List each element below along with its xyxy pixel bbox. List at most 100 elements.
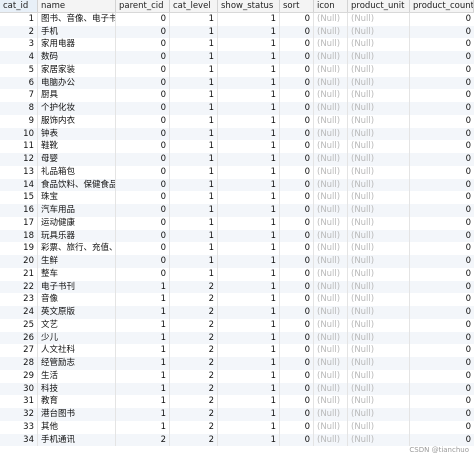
cell-show-status[interactable]: 1 xyxy=(218,102,280,115)
cell-parent-cid[interactable]: 1 xyxy=(116,357,170,370)
cell-show-status[interactable]: 1 xyxy=(218,229,280,243)
cell-name[interactable]: 汽车用品 xyxy=(38,204,116,217)
cell-icon[interactable]: (Null) xyxy=(314,229,348,243)
cell-cat-level[interactable]: 2 xyxy=(170,318,218,332)
cell-product-unit[interactable]: (Null) xyxy=(348,433,410,447)
cell-name[interactable]: 母婴 xyxy=(38,153,116,166)
cell-show-status[interactable]: 1 xyxy=(218,178,280,192)
cell-product-count[interactable]: 0 xyxy=(410,64,474,77)
cell-show-status[interactable]: 1 xyxy=(218,12,280,26)
cell-cat-id[interactable]: 31 xyxy=(0,395,38,408)
cell-sort[interactable]: 0 xyxy=(280,433,314,447)
cell-cat-id[interactable]: 16 xyxy=(0,204,38,217)
cell-cat-id[interactable]: 26 xyxy=(0,331,38,345)
cell-sort[interactable]: 0 xyxy=(280,293,314,306)
cell-show-status[interactable]: 1 xyxy=(218,51,280,64)
cell-show-status[interactable]: 1 xyxy=(218,76,280,90)
cell-name[interactable]: 礼品箱包 xyxy=(38,165,116,179)
cell-parent-cid[interactable]: 0 xyxy=(116,89,170,102)
table-row[interactable]: 18 玩具乐器 0 1 1 0 (Null) (Null) 0 xyxy=(0,229,474,243)
cell-icon[interactable]: (Null) xyxy=(314,318,348,332)
table-row[interactable]: 11 鞋靴 0 1 1 0 (Null) (Null) 0 xyxy=(0,140,474,153)
cell-cat-id[interactable]: 17 xyxy=(0,216,38,230)
column-header-cat-level[interactable]: cat_level xyxy=(170,0,218,12)
cell-show-status[interactable]: 1 xyxy=(218,267,280,281)
cell-cat-id[interactable]: 9 xyxy=(0,114,38,128)
table-row[interactable]: 26 少儿 1 2 1 0 (Null) (Null) 0 xyxy=(0,331,474,345)
cell-cat-id[interactable]: 12 xyxy=(0,153,38,166)
cell-product-unit[interactable]: (Null) xyxy=(348,102,410,115)
cell-product-unit[interactable]: (Null) xyxy=(348,408,410,421)
cell-cat-id[interactable]: 10 xyxy=(0,127,38,141)
cell-product-count[interactable]: 0 xyxy=(410,370,474,383)
cell-parent-cid[interactable]: 0 xyxy=(116,165,170,179)
cell-parent-cid[interactable]: 1 xyxy=(116,420,170,434)
cell-parent-cid[interactable]: 0 xyxy=(116,114,170,128)
table-row[interactable]: 13 礼品箱包 0 1 1 0 (Null) (Null) 0 xyxy=(0,165,474,179)
cell-cat-level[interactable]: 1 xyxy=(170,127,218,141)
cell-product-count[interactable]: 0 xyxy=(410,281,474,294)
cell-cat-level[interactable]: 1 xyxy=(170,102,218,115)
cell-cat-id[interactable]: 11 xyxy=(0,140,38,153)
cell-show-status[interactable]: 1 xyxy=(218,89,280,102)
table-row[interactable]: 3 家用电器 0 1 1 0 (Null) (Null) 0 xyxy=(0,38,474,51)
cell-cat-id[interactable]: 29 xyxy=(0,369,38,383)
cell-show-status[interactable]: 1 xyxy=(218,153,280,166)
cell-cat-id[interactable]: 34 xyxy=(0,433,38,447)
cell-show-status[interactable]: 1 xyxy=(218,382,280,396)
cell-cat-level[interactable]: 2 xyxy=(170,382,218,396)
cell-name[interactable]: 手机通讯 xyxy=(38,433,116,447)
cell-product-unit[interactable]: (Null) xyxy=(348,76,410,90)
table-row[interactable]: 17 运动健康 0 1 1 0 (Null) (Null) 0 xyxy=(0,216,474,230)
cell-show-status[interactable]: 1 xyxy=(218,25,280,39)
cell-show-status[interactable]: 1 xyxy=(218,306,280,319)
cell-icon[interactable]: (Null) xyxy=(314,395,348,408)
cell-product-unit[interactable]: (Null) xyxy=(348,267,410,281)
cell-cat-level[interactable]: 2 xyxy=(170,293,218,306)
cell-icon[interactable]: (Null) xyxy=(314,89,348,102)
cell-cat-id[interactable]: 14 xyxy=(0,178,38,192)
cell-show-status[interactable]: 1 xyxy=(218,280,280,294)
cell-sort[interactable]: 0 xyxy=(280,63,314,77)
cell-show-status[interactable]: 1 xyxy=(218,127,280,141)
cell-product-count[interactable]: 0 xyxy=(410,421,474,434)
cell-product-count[interactable]: 0 xyxy=(410,191,474,204)
cell-icon[interactable]: (Null) xyxy=(314,369,348,383)
cell-sort[interactable]: 0 xyxy=(280,395,314,408)
cell-show-status[interactable]: 1 xyxy=(218,204,280,217)
cell-product-count[interactable]: 0 xyxy=(410,408,474,421)
cell-cat-id[interactable]: 15 xyxy=(0,191,38,204)
cell-name[interactable]: 文艺 xyxy=(38,318,116,332)
cell-name[interactable]: 人文社科 xyxy=(38,344,116,357)
cell-icon[interactable]: (Null) xyxy=(314,267,348,281)
cell-product-unit[interactable]: (Null) xyxy=(348,357,410,370)
cell-show-status[interactable]: 1 xyxy=(218,63,280,77)
cell-cat-level[interactable]: 2 xyxy=(170,369,218,383)
cell-name[interactable]: 音像 xyxy=(38,293,116,306)
cell-show-status[interactable]: 1 xyxy=(218,191,280,204)
cell-show-status[interactable]: 1 xyxy=(218,255,280,268)
cell-parent-cid[interactable]: 1 xyxy=(116,280,170,294)
cell-cat-level[interactable]: 2 xyxy=(170,306,218,319)
cell-cat-id[interactable]: 20 xyxy=(0,255,38,268)
cell-name[interactable]: 少儿 xyxy=(38,331,116,345)
cell-product-unit[interactable]: (Null) xyxy=(348,204,410,217)
table-row[interactable]: 30 科技 1 2 1 0 (Null) (Null) 0 xyxy=(0,382,474,396)
cell-cat-level[interactable]: 2 xyxy=(170,395,218,408)
table-row[interactable]: 31 教育 1 2 1 0 (Null) (Null) 0 xyxy=(0,395,474,408)
cell-product-unit[interactable]: (Null) xyxy=(348,51,410,64)
cell-show-status[interactable]: 1 xyxy=(218,165,280,179)
cell-product-count[interactable]: 0 xyxy=(410,179,474,192)
cell-cat-id[interactable]: 2 xyxy=(0,25,38,39)
column-header-product-unit[interactable]: product_unit xyxy=(348,0,410,12)
cell-product-unit[interactable]: (Null) xyxy=(348,242,410,255)
cell-parent-cid[interactable]: 0 xyxy=(116,63,170,77)
cell-sort[interactable]: 0 xyxy=(280,25,314,39)
cell-show-status[interactable]: 1 xyxy=(218,114,280,128)
cell-parent-cid[interactable]: 0 xyxy=(116,51,170,64)
cell-product-unit[interactable]: (Null) xyxy=(348,12,410,26)
table-row[interactable]: 24 英文原版 1 2 1 0 (Null) (Null) 0 xyxy=(0,306,474,319)
cell-cat-id[interactable]: 22 xyxy=(0,280,38,294)
cell-cat-id[interactable]: 5 xyxy=(0,63,38,77)
cell-parent-cid[interactable]: 0 xyxy=(116,255,170,268)
